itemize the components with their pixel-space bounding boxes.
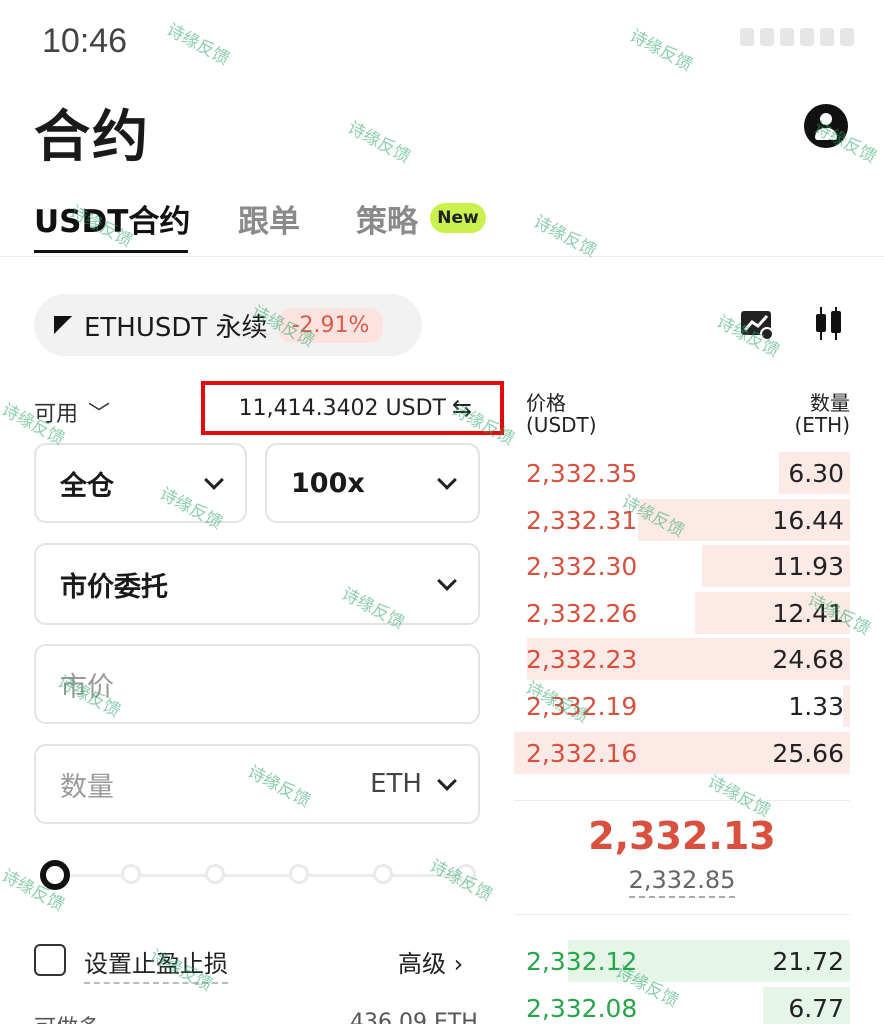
bid-quantity: 21.72 bbox=[772, 947, 844, 976]
chevron-down-icon[interactable]: ﹀ bbox=[88, 396, 110, 428]
divider bbox=[514, 914, 850, 915]
ask-quantity: 12.41 bbox=[772, 598, 844, 628]
ask-price: 2,332.23 bbox=[526, 645, 638, 675]
max-long-label: 可做多 bbox=[34, 1010, 100, 1024]
slider-tick[interactable] bbox=[205, 864, 225, 884]
pair-logo-icon bbox=[54, 316, 72, 334]
chevron-down-icon bbox=[204, 470, 224, 490]
ask-quantity: 11.93 bbox=[772, 552, 844, 582]
status-time: 10:46 bbox=[42, 22, 128, 60]
pair-name: ETHUSDT 永续 bbox=[84, 312, 268, 343]
ask-price: 2,332.35 bbox=[526, 459, 638, 488]
header-unit: (USDT) bbox=[526, 413, 597, 437]
user-icon[interactable] bbox=[804, 104, 848, 148]
slider-tick[interactable] bbox=[121, 864, 141, 884]
ask-row[interactable]: 2,332.23 24.68 bbox=[514, 638, 850, 681]
watermark: 诗缘反馈 bbox=[626, 25, 696, 76]
ask-quantity: 1.33 bbox=[788, 692, 844, 721]
new-badge: New bbox=[430, 203, 486, 233]
ask-row[interactable]: 2,332.35 6.30 bbox=[514, 452, 850, 494]
slider-tick[interactable] bbox=[456, 864, 476, 884]
status-icons bbox=[740, 28, 854, 46]
header-unit: (ETH) bbox=[794, 413, 851, 437]
ask-price: 2,332.19 bbox=[526, 692, 638, 721]
orderbook-qty-header: 数量 (ETH) bbox=[760, 391, 851, 437]
chevron-down-icon bbox=[437, 571, 457, 591]
bid-row[interactable]: 2,332.08 6.77 bbox=[514, 986, 850, 1024]
leverage-value: 100x bbox=[291, 467, 365, 499]
order-type-value: 市价委托 bbox=[60, 571, 168, 603]
mark-price: 2,332.85 bbox=[514, 866, 850, 898]
chevron-down-icon bbox=[437, 771, 457, 791]
tp-sl-checkbox[interactable] bbox=[34, 944, 66, 976]
price-change-badge: -2.91% bbox=[277, 307, 384, 343]
ask-depth-bar bbox=[843, 685, 850, 727]
ask-row[interactable]: 2,332.31 16.44 bbox=[514, 498, 850, 541]
quantity-input[interactable]: 数量 ETH bbox=[34, 744, 480, 824]
tp-sl-label[interactable]: 设置止盈止损 bbox=[84, 944, 228, 984]
price-placeholder: 市价 bbox=[60, 671, 114, 703]
page-title: 合约 bbox=[34, 105, 150, 170]
candlestick-icon[interactable] bbox=[814, 306, 844, 342]
price-input[interactable]: 市价 bbox=[34, 644, 480, 724]
ask-price: 2,332.16 bbox=[526, 738, 638, 768]
bid-price: 2,332.08 bbox=[526, 993, 638, 1023]
ask-row[interactable]: 2,332.19 1.33 bbox=[514, 685, 850, 727]
last-price[interactable]: 2,332.13 bbox=[514, 814, 850, 858]
quantity-placeholder: 数量 bbox=[60, 771, 114, 803]
mark-price-value: 2,332.85 bbox=[628, 866, 736, 898]
advanced-link[interactable]: 高级 › bbox=[398, 944, 463, 979]
max-long-value: 436.09 ETH bbox=[350, 1010, 478, 1024]
ask-quantity: 6.30 bbox=[788, 459, 844, 488]
header-text: 数量 bbox=[810, 391, 850, 415]
tab-strategy[interactable]: 策略 bbox=[356, 196, 418, 241]
quantity-slider-handle[interactable] bbox=[40, 860, 70, 890]
order-type-select[interactable]: 市价委托 bbox=[34, 543, 480, 625]
ask-price: 2,332.26 bbox=[526, 598, 638, 628]
ask-row[interactable]: 2,332.16 25.66 bbox=[514, 731, 850, 774]
quantity-unit-select[interactable]: ETH bbox=[370, 769, 422, 799]
ask-price: 2,332.31 bbox=[526, 505, 638, 535]
chart-icon[interactable] bbox=[740, 310, 774, 340]
pair-selector[interactable]: ETHUSDT 永续 -2.91% bbox=[34, 294, 422, 356]
active-tab-indicator bbox=[34, 250, 188, 253]
ask-row[interactable]: 2,332.30 11.93 bbox=[514, 545, 850, 588]
slider-tick[interactable] bbox=[373, 864, 393, 884]
margin-mode-select[interactable]: 全仓 bbox=[34, 443, 247, 523]
slider-tick[interactable] bbox=[289, 864, 309, 884]
available-label: 可用 bbox=[34, 402, 79, 427]
divider bbox=[0, 256, 884, 257]
ask-quantity: 25.66 bbox=[772, 738, 844, 768]
bid-row[interactable]: 2,332.12 21.72 bbox=[514, 940, 850, 982]
bid-price: 2,332.12 bbox=[526, 947, 638, 976]
quantity-slider-track[interactable] bbox=[56, 874, 476, 877]
ask-quantity: 24.68 bbox=[772, 645, 844, 675]
leverage-select[interactable]: 100x bbox=[265, 443, 480, 523]
orderbook-price-header: 价格 (USDT) bbox=[526, 392, 597, 436]
margin-mode-value: 全仓 bbox=[60, 470, 114, 502]
ask-quantity: 16.44 bbox=[772, 505, 844, 535]
header-text: 价格 bbox=[526, 391, 566, 415]
ask-price: 2,332.30 bbox=[526, 552, 638, 582]
divider bbox=[514, 800, 850, 801]
watermark: 诗缘反馈 bbox=[163, 19, 233, 70]
bid-quantity: 6.77 bbox=[788, 993, 844, 1023]
highlight-annotation bbox=[201, 381, 504, 435]
ask-row[interactable]: 2,332.26 12.41 bbox=[514, 591, 850, 634]
tab-copy-trading[interactable]: 跟单 bbox=[238, 196, 300, 241]
watermark: 诗缘反馈 bbox=[344, 117, 414, 168]
chevron-down-icon bbox=[437, 470, 457, 490]
tab-usdt-contract[interactable]: USDT合约 bbox=[34, 196, 190, 241]
watermark: 诗缘反馈 bbox=[530, 211, 600, 262]
